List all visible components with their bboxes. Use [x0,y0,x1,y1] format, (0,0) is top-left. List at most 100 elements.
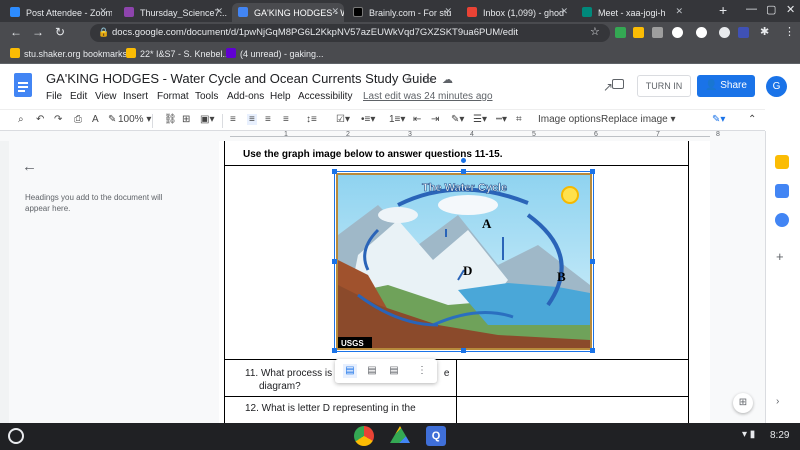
tab-gmail[interactable]: Inbox (1,099) - ghod ✕ [461,3,573,22]
close-icon[interactable]: ✕ [215,6,223,17]
rotate-handle[interactable] [461,158,466,163]
extension-icon[interactable] [738,27,749,38]
avatar[interactable]: G [766,76,787,97]
increase-indent-icon[interactable]: ⇥ [431,114,439,125]
star-icon[interactable]: ☆ [404,73,414,86]
replace-image-button[interactable]: Replace image ▾ [601,114,676,125]
bulleted-list-icon[interactable]: •≡▾ [361,114,375,125]
menu-help[interactable]: Help [270,91,291,102]
close-icon[interactable]: ✕ [560,6,568,17]
numbered-list-icon[interactable]: 1≡▾ [389,114,405,125]
resize-handle[interactable] [332,259,337,264]
resize-handle[interactable] [590,169,595,174]
extension-icon[interactable] [615,27,626,38]
forward-icon[interactable]: → [32,25,44,39]
move-folder-icon[interactable]: ▭ [423,73,433,86]
close-icon[interactable]: ✕ [331,6,339,17]
link-icon[interactable]: ⛓ [164,114,177,125]
extension-icon[interactable] [696,27,707,38]
tab-brainly[interactable]: Brainly.com - For stu ✕ [347,3,457,22]
tab-zoom[interactable]: Post Attendee - Zoom ✕ [4,3,112,22]
resize-handle[interactable] [332,169,337,174]
line-spacing-icon[interactable]: ↕≡ [306,114,317,125]
expand-panel-icon[interactable]: › [776,396,779,407]
extension-icon[interactable] [719,27,730,38]
wrap-text-icon[interactable]: ▤ [365,364,379,378]
quizlet-icon[interactable]: Q [426,426,446,446]
calendar-icon[interactable] [775,213,789,227]
tab-docs[interactable]: GA'KING HODGES - W ✕ [232,3,344,22]
explore-icon[interactable]: ⊞ [733,393,753,413]
bookmark-item[interactable]: (4 unread) - gaking... [226,48,324,59]
back-icon[interactable]: ← [10,25,22,39]
comment-history-icon[interactable] [612,79,624,89]
crop-icon[interactable]: ⌗ [516,114,522,125]
close-icon[interactable]: ✕ [444,6,452,17]
tab-meet[interactable]: Meet - xaa-jogi-h ✕ [576,3,688,22]
menu-edit[interactable]: Edit [70,91,87,102]
align-right-icon[interactable]: ≡ [265,114,271,125]
justify-icon[interactable]: ≡ [283,114,289,125]
decrease-indent-icon[interactable]: ⇤ [413,114,421,125]
menu-addons[interactable]: Add-ons [227,91,264,102]
align-center-icon[interactable]: ≡ [247,114,257,125]
more-vert-icon[interactable]: ⋮ [784,25,795,38]
extension-icon[interactable] [672,27,683,38]
menu-tools[interactable]: Tools [195,91,218,102]
resize-handle[interactable] [590,259,595,264]
chrome-icon[interactable] [354,426,374,446]
cloud-status-icon[interactable]: ☁ [442,73,453,86]
maximize-icon[interactable]: ▢ [766,3,776,16]
close-icon[interactable]: ✕ [675,6,683,17]
resize-handle[interactable] [461,348,466,353]
puzzle-icon[interactable]: ✱ [760,25,769,38]
collapse-toolbar-icon[interactable]: ⌃ [748,114,756,125]
menu-file[interactable]: File [46,91,62,102]
url-bar[interactable]: 🔒 docs.google.com/document/d/1pwNjGqM8PG… [90,24,610,42]
close-outline-icon[interactable]: ← [22,158,37,175]
share-button[interactable]: 👤 Share [697,75,755,97]
menu-format[interactable]: Format [157,91,189,102]
close-window-icon[interactable]: ✕ [786,3,795,16]
menu-view[interactable]: View [95,91,117,102]
turn-in-button[interactable]: TURN IN [637,75,691,97]
image-options-button[interactable]: Image options [538,114,601,125]
editing-mode-icon[interactable]: ✎▾ [712,114,725,125]
insert-image-icon[interactable]: ▣▾ [200,114,214,125]
tab-classroom[interactable]: Thursday_Science7... ✕ [118,3,228,22]
resize-handle[interactable] [461,169,466,174]
wifi-battery-icon[interactable]: ▾ ▮ [742,429,755,440]
resize-handle[interactable] [332,348,337,353]
reload-icon[interactable]: ↻ [55,25,65,39]
pen-icon[interactable]: ✎▾ [451,114,464,125]
menu-accessibility[interactable]: Accessibility [298,91,352,102]
break-text-icon[interactable]: ▤ [387,364,401,378]
add-on-plus-icon[interactable]: + [776,249,784,264]
paint-format-icon[interactable]: ✎ [108,114,116,125]
tasks-icon[interactable] [775,184,789,198]
resize-handle[interactable] [590,348,595,353]
align-left-icon[interactable]: ≡ [230,114,236,125]
bookmark-star-icon[interactable]: ☆ [590,25,600,38]
bookmark-item[interactable]: 22* I&S7 - S. Knebel... [126,48,230,59]
keep-icon[interactable] [775,155,789,169]
menu-insert[interactable]: Insert [123,91,148,102]
document-title[interactable]: GA'KING HODGES - Water Cycle and Ocean C… [46,71,437,86]
search-menus-icon[interactable]: ⌕ [18,114,24,125]
print-icon[interactable]: ⎙ [74,114,82,125]
checklist-icon[interactable]: ☑▾ [336,114,350,125]
border-weight-icon[interactable]: ☰▾ [473,114,487,125]
new-tab-button[interactable]: + [719,2,727,18]
clock[interactable]: 8:29 [770,430,789,441]
inline-text-icon[interactable]: ▤ [343,364,357,378]
launcher-icon[interactable] [8,428,24,444]
undo-icon[interactable]: ↶ [36,114,44,125]
more-options-icon[interactable]: ⋮ [415,364,429,378]
extension-icon[interactable] [652,27,663,38]
extension-icon[interactable] [633,27,644,38]
border-dash-icon[interactable]: ┅▾ [496,114,507,125]
last-edit-link[interactable]: Last edit was 24 minutes ago [363,91,493,102]
close-icon[interactable]: ✕ [99,6,107,17]
minimize-icon[interactable]: — [746,3,757,15]
zoom-select[interactable]: 100% ▾ [118,114,151,125]
